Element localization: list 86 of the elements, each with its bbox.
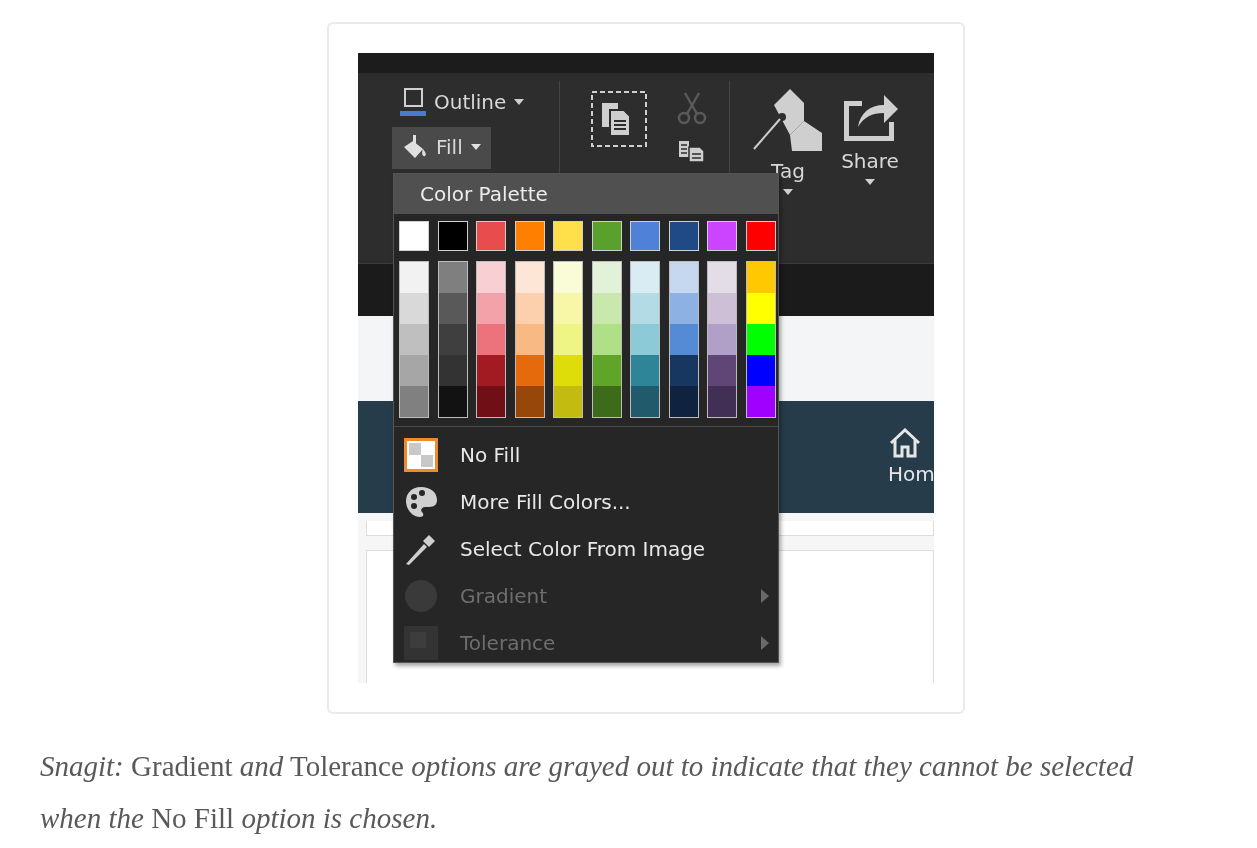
color-swatch[interactable] — [400, 386, 428, 417]
color-swatch[interactable] — [668, 221, 699, 251]
color-swatch[interactable] — [400, 324, 428, 355]
color-swatch[interactable] — [554, 324, 582, 355]
share-button[interactable]: Share — [832, 73, 908, 185]
color-swatch[interactable] — [708, 355, 736, 386]
color-swatch[interactable] — [515, 355, 544, 386]
color-swatch[interactable] — [514, 221, 545, 251]
submenu-arrow-icon — [761, 636, 769, 650]
color-swatch[interactable] — [554, 355, 582, 386]
color-swatch[interactable] — [477, 355, 505, 386]
tag-icon — [752, 87, 824, 153]
menu-header: Color Palette — [394, 174, 778, 214]
color-swatch[interactable] — [746, 386, 775, 417]
color-swatch[interactable] — [553, 221, 583, 251]
color-swatch[interactable] — [592, 355, 621, 386]
caret-icon — [514, 99, 525, 105]
color-swatch[interactable] — [438, 293, 467, 324]
color-swatch[interactable] — [746, 262, 775, 293]
color-swatch[interactable] — [437, 221, 468, 251]
color-swatch[interactable] — [477, 262, 505, 293]
color-swatch[interactable] — [745, 221, 776, 251]
color-swatch[interactable] — [515, 324, 544, 355]
color-swatch[interactable] — [592, 386, 621, 417]
caret-icon — [865, 179, 875, 185]
home-icon — [888, 428, 922, 458]
menu-item: Gradient — [394, 572, 778, 619]
color-swatch[interactable] — [438, 355, 467, 386]
color-swatch[interactable] — [515, 262, 544, 293]
color-swatch[interactable] — [399, 221, 429, 251]
color-swatch[interactable] — [400, 355, 428, 386]
color-swatch[interactable] — [631, 293, 659, 324]
fill-button[interactable]: Fill — [392, 127, 491, 169]
outline-button[interactable]: Outline — [392, 85, 533, 119]
color-swatch[interactable] — [554, 293, 582, 324]
color-swatch[interactable] — [554, 386, 582, 417]
submenu-arrow-icon — [761, 589, 769, 603]
color-swatch[interactable] — [400, 293, 428, 324]
color-swatch[interactable] — [631, 386, 659, 417]
color-swatch[interactable] — [438, 262, 467, 293]
color-swatch[interactable] — [592, 324, 621, 355]
color-swatch[interactable] — [669, 386, 698, 417]
copy-icon — [591, 91, 647, 147]
color-swatch[interactable] — [477, 386, 505, 417]
color-swatch[interactable] — [708, 262, 736, 293]
caret-icon — [783, 189, 793, 195]
color-swatch[interactable] — [630, 221, 660, 251]
color-swatch[interactable] — [631, 324, 659, 355]
home-tab[interactable]: Hom — [888, 428, 934, 486]
color-swatch[interactable] — [669, 324, 698, 355]
color-swatch[interactable] — [708, 386, 736, 417]
paste-icon — [677, 139, 705, 163]
color-swatch[interactable] — [707, 221, 737, 251]
color-swatch[interactable] — [477, 293, 505, 324]
color-swatch[interactable] — [477, 324, 505, 355]
color-swatch[interactable] — [438, 324, 467, 355]
color-swatch[interactable] — [746, 324, 775, 355]
color-swatch[interactable] — [669, 355, 698, 386]
color-swatch[interactable] — [708, 324, 736, 355]
color-swatch[interactable] — [438, 386, 467, 417]
color-swatch[interactable] — [592, 262, 621, 293]
color-swatch[interactable] — [400, 262, 428, 293]
outline-icon — [400, 87, 426, 117]
color-swatch[interactable] — [554, 262, 582, 293]
color-swatch[interactable] — [669, 293, 698, 324]
color-swatch[interactable] — [591, 221, 622, 251]
color-swatch[interactable] — [746, 293, 775, 324]
color-swatch[interactable] — [592, 293, 621, 324]
color-swatch[interactable] — [631, 355, 659, 386]
scissors-icon — [677, 91, 707, 125]
menu-item[interactable]: More Fill Colors... — [394, 478, 778, 525]
color-swatch[interactable] — [515, 293, 544, 324]
color-swatch[interactable] — [669, 262, 698, 293]
menu-item[interactable]: Select Color From Image — [394, 525, 778, 572]
no-fill-icon — [404, 437, 438, 472]
caret-icon — [470, 144, 481, 150]
color-swatch[interactable] — [515, 386, 544, 417]
menu-item[interactable]: No Fill — [394, 431, 778, 478]
color-swatch[interactable] — [476, 221, 506, 251]
color-swatch[interactable] — [746, 355, 775, 386]
figure-caption: Snagit: Gradient and Tolerance options are grayed out to indicate that they cannot be selected when the No Fill option is chosen. — [40, 749, 1135, 836]
menu-item: Tolerance — [394, 619, 778, 666]
color-swatch[interactable] — [708, 293, 736, 324]
paint-bucket-icon — [402, 135, 428, 159]
color-swatch[interactable] — [631, 262, 659, 293]
palette-icon — [404, 484, 438, 519]
